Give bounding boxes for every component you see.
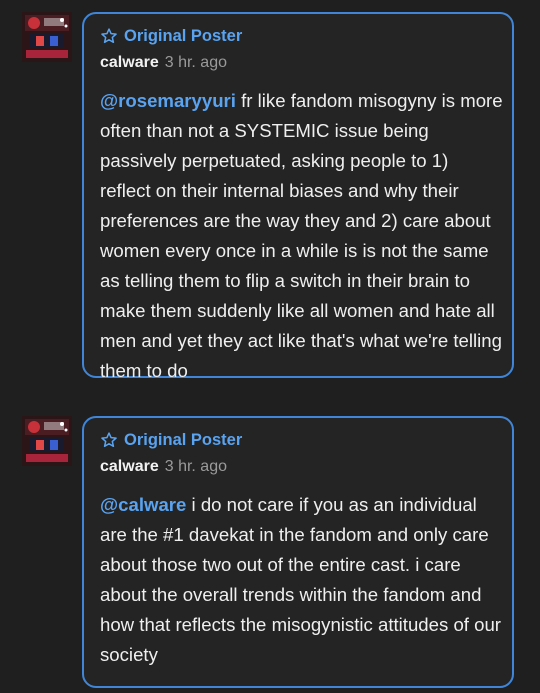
timestamp: 3 hr. ago (164, 54, 227, 71)
original-poster-badge: Original Poster (100, 429, 242, 451)
comment-text: fr like fandom misogyny is more often th… (100, 90, 503, 381)
star-outline-icon (101, 28, 117, 44)
comment-bubble: Original Poster calware 3 hr. ago @calwar… (82, 416, 514, 688)
comment-body: @rosemaryyuri fr like fandom misogyny is… (100, 86, 504, 386)
comment-post: Original Poster calware 3 hr. ago @calwar… (0, 416, 540, 688)
comment-meta: calware 3 hr. ago (100, 54, 227, 72)
comment-bubble: Original Poster calware 3 hr. ago @rosema… (82, 12, 514, 381)
comment-text: i do not care if you as an individual ar… (100, 494, 501, 665)
badge-label: Original Poster (124, 430, 243, 449)
mention-link[interactable]: @rosemaryyuri (100, 90, 236, 111)
comment-body: @calware i do not care if you as an indi… (100, 490, 504, 670)
comment-post: Original Poster calware 3 hr. ago @rosema… (0, 12, 540, 392)
comment-meta: calware 3 hr. ago (100, 458, 227, 476)
user-avatar[interactable] (22, 12, 72, 62)
timestamp: 3 hr. ago (164, 458, 227, 475)
username-link[interactable]: calware (100, 54, 159, 71)
badge-label: Original Poster (124, 26, 243, 45)
original-poster-badge: Original Poster (100, 25, 242, 47)
star-outline-icon (101, 432, 117, 448)
user-avatar[interactable] (22, 416, 72, 466)
username-link[interactable]: calware (100, 458, 159, 475)
mention-link[interactable]: @calware (100, 494, 186, 515)
